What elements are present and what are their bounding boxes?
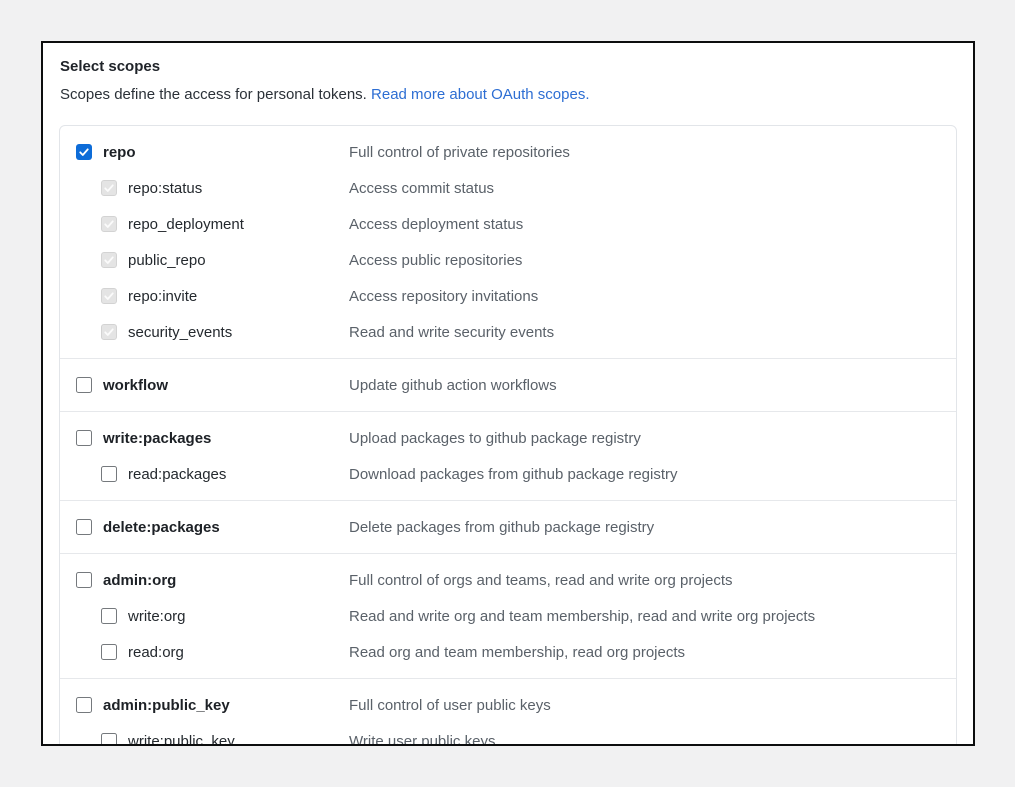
scope-description: Access deployment status [349,206,523,242]
page-background: { "header": { "title": "Select scopes", … [0,0,1015,787]
scope-description: Full control of private repositories [349,134,570,170]
scope-description: Access commit status [349,170,494,206]
scope-name: security_events [128,324,232,341]
check-icon [103,254,115,266]
scope-description: Upload packages to github package regist… [349,420,641,456]
scope-row-repo-invite: repo:invite Access repository invitations [60,278,956,314]
check-icon [103,326,115,338]
scope-row-write-org: write:org Read and write org and team mem… [60,598,956,634]
scope-description: Full control of orgs and teams, read and… [349,562,733,598]
scope-row-delete-packages: delete:packages Delete packages from gith… [60,509,956,545]
scope-row-admin-org: admin:org Full control of orgs and teams,… [60,562,956,598]
checkbox-security-events [101,324,117,340]
scope-section-write-packages: write:packages Upload packages to github … [60,411,956,500]
checkbox-delete-packages[interactable] [76,519,92,535]
scope-description: Write user public keys [349,723,495,746]
scope-row-write-public-key: write:public_key Write user public keys [60,723,956,746]
page-title: Select scopes [60,57,957,76]
oauth-scopes-link[interactable]: Read more about OAuth scopes. [371,86,589,103]
scope-section-admin-public-key: admin:public_key Full control of user pub… [60,678,956,746]
check-icon [78,146,90,158]
subtitle-text: Scopes define the access for personal to… [60,86,367,103]
checkbox-read-org[interactable] [101,644,117,660]
scope-description: Delete packages from github package regi… [349,509,654,545]
scope-name: public_repo [128,252,206,269]
scope-name: repo_deployment [128,216,244,233]
scope-row-admin-public-key: admin:public_key Full control of user pub… [60,687,956,723]
scope-row-repo: repo Full control of private repositories [60,134,956,170]
scope-row-read-org: read:org Read org and team membership, re… [60,634,956,670]
checkbox-read-packages[interactable] [101,466,117,482]
checkbox-public-repo [101,252,117,268]
scopes-card: Select scopes Scopes define the access f… [41,41,975,746]
checkbox-workflow[interactable] [76,377,92,393]
scope-section-admin-org: admin:org Full control of orgs and teams,… [60,553,956,678]
scopes-subtitle: Scopes define the access for personal to… [60,85,957,104]
scope-description: Access repository invitations [349,278,538,314]
scope-row-write-packages: write:packages Upload packages to github … [60,420,956,456]
check-icon [103,290,115,302]
scope-section-repo: repo Full control of private repositories… [60,126,956,358]
checkbox-admin-public-key[interactable] [76,697,92,713]
scope-description: Read and write security events [349,314,554,350]
scope-row-security-events: security_events Read and write security e… [60,314,956,350]
check-icon [103,182,115,194]
scope-name: admin:public_key [103,697,230,714]
scope-row-workflow: workflow Update github action workflows [60,367,956,403]
scope-description: Access public repositories [349,242,522,278]
scope-name: write:packages [103,430,211,447]
scope-name: write:org [128,608,186,625]
scope-section-delete-packages: delete:packages Delete packages from gith… [60,500,956,553]
scope-name: repo:status [128,180,202,197]
scope-row-public-repo: public_repo Access public repositories [60,242,956,278]
checkbox-write-org[interactable] [101,608,117,624]
checkbox-write-public-key[interactable] [101,733,117,746]
scope-name: repo [103,144,136,161]
scope-section-workflow: workflow Update github action workflows [60,358,956,411]
checkbox-admin-org[interactable] [76,572,92,588]
scope-name: workflow [103,377,168,394]
scope-description: Read and write org and team membership, … [349,598,815,634]
checkbox-repo-status [101,180,117,196]
check-icon [103,218,115,230]
scope-name: write:public_key [128,733,235,747]
scope-description: Full control of user public keys [349,687,551,723]
checkbox-repo[interactable] [76,144,92,160]
scope-description: Read org and team membership, read org p… [349,634,685,670]
checkbox-repo-invite [101,288,117,304]
scope-name: read:packages [128,466,226,483]
scope-name: repo:invite [128,288,197,305]
scope-row-repo-status: repo:status Access commit status [60,170,956,206]
checkbox-repo-deployment [101,216,117,232]
scope-list: repo Full control of private repositories… [59,125,957,746]
scope-row-repo-deployment: repo_deployment Access deployment status [60,206,956,242]
scope-name: delete:packages [103,519,220,536]
checkbox-write-packages[interactable] [76,430,92,446]
scope-name: read:org [128,644,184,661]
scope-description: Update github action workflows [349,367,557,403]
scope-row-read-packages: read:packages Download packages from gith… [60,456,956,492]
scope-name: admin:org [103,572,176,589]
scope-description: Download packages from github package re… [349,456,678,492]
